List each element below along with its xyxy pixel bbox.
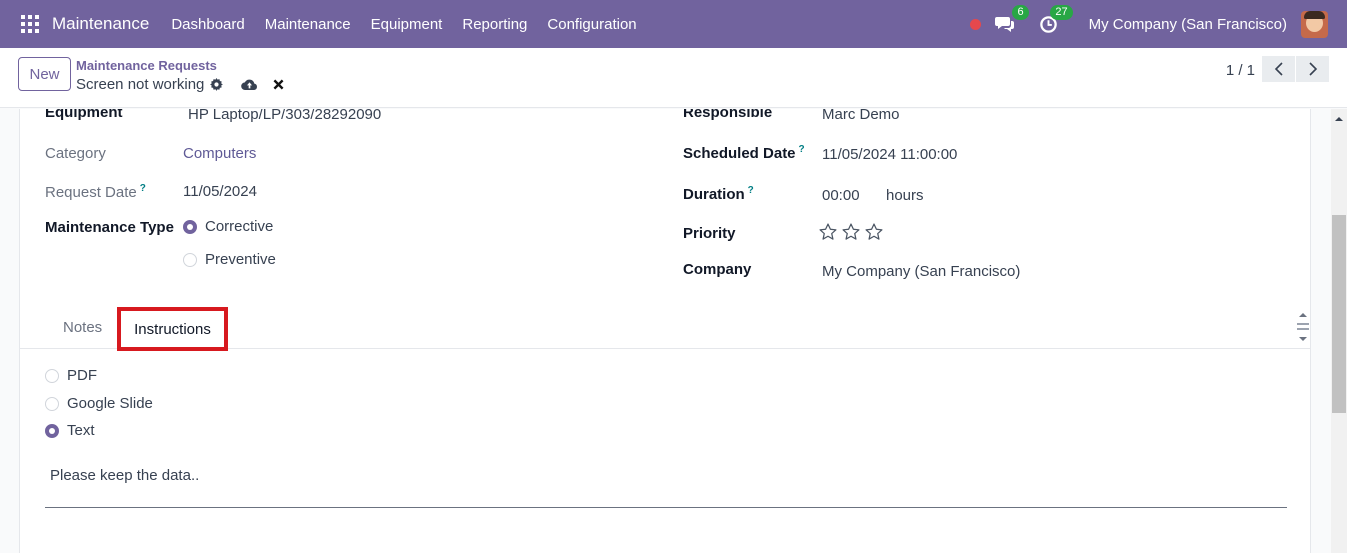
star-outline-icon[interactable] [841,222,861,242]
instruction-text-field[interactable]: Please keep the data.. [50,467,199,484]
activities-button[interactable]: 27 [1037,5,1073,36]
recording-indicator-icon[interactable] [969,18,981,30]
company-switcher[interactable]: My Company (San Francisco) [1089,16,1287,33]
control-panel: New Maintenance Requests Screen not work… [0,48,1347,108]
discard-close-icon[interactable] [273,79,284,90]
radio-checked-icon [183,219,197,234]
scrollbar-thumb[interactable] [1332,215,1346,413]
request-date-label: Request Date? [45,183,146,201]
scheduled-date-label: Scheduled Date? [683,144,805,162]
page-scrollbar[interactable] [1331,109,1347,553]
maintenance-type-label: Maintenance Type [45,219,174,236]
form-sheet: Equipment HP Laptop/LP/303/28292090 Cate… [19,109,1311,553]
maintenance-type-corrective-radio[interactable]: Corrective [183,218,273,235]
equipment-label: Equipment [45,109,123,121]
instruction-pdf-radio[interactable]: PDF [45,367,97,384]
priority-label: Priority [683,225,736,242]
activities-count-badge: 27 [1050,5,1073,20]
category-label: Category [45,145,106,162]
record-title: Screen not working [76,76,205,93]
radio-label: Google Slide [67,395,153,412]
tab-instructions[interactable]: Instructions [117,307,228,351]
text-field-underline [45,507,1287,508]
radio-checked-icon [45,423,59,438]
pager-buttons [1261,56,1329,82]
help-icon[interactable]: ? [748,185,754,196]
responsible-label: Responsible [683,109,773,121]
messages-count-badge: 6 [1012,5,1029,20]
chevron-left-icon [1274,62,1283,76]
breadcrumb-maintenance-requests[interactable]: Maintenance Requests [76,58,217,73]
scheduled-date-field[interactable]: 11/05/2024 11:00:00 [822,146,957,163]
star-outline-icon[interactable] [864,222,884,242]
duration-label: Duration? [683,185,754,203]
tab-notes[interactable]: Notes [63,319,102,336]
user-avatar[interactable] [1301,10,1328,38]
responsible-field[interactable]: Marc Demo [822,109,900,123]
radio-unchecked-icon [183,252,197,267]
duration-field[interactable]: 00:00 [822,187,860,204]
menu-configuration[interactable]: Configuration [537,16,646,33]
new-button[interactable]: New [18,57,71,91]
radio-label: Preventive [205,251,276,268]
instruction-google-slide-radio[interactable]: Google Slide [45,395,153,412]
instruction-text-radio[interactable]: Text [45,422,95,439]
star-outline-icon[interactable] [818,222,838,242]
tabs-scroll-control[interactable] [1295,309,1311,347]
pager-value: 1 / 1 [1225,62,1255,79]
help-icon[interactable]: ? [799,144,805,155]
menu-maintenance[interactable]: Maintenance [255,16,361,33]
record-title-bar: Screen not working [76,76,284,93]
gear-icon[interactable] [210,78,224,91]
radio-label: Corrective [205,218,274,235]
radio-label: PDF [67,367,97,384]
priority-stars [818,222,887,242]
radio-label: Text [67,422,95,439]
company-field[interactable]: My Company (San Francisco) [822,263,1020,280]
messages-button[interactable]: 6 [993,5,1029,36]
duration-unit: hours [886,187,924,204]
chat-bubbles-icon [994,17,1014,32]
equipment-field[interactable]: HP Laptop/LP/303/28292090 [188,109,381,123]
top-navbar: Maintenance Dashboard Maintenance Equipm… [0,0,1347,48]
scroll-up-arrow-icon[interactable] [1331,111,1347,127]
radio-unchecked-icon [45,396,59,411]
category-field[interactable]: Computers [183,145,256,162]
menu-reporting[interactable]: Reporting [452,16,537,33]
save-cloud-icon[interactable] [241,78,258,91]
company-label: Company [683,261,752,278]
request-date-field[interactable]: 11/05/2024 [183,183,257,200]
menu-equipment[interactable]: Equipment [361,16,453,33]
app-name[interactable]: Maintenance [52,14,149,34]
menu-dashboard[interactable]: Dashboard [161,16,254,33]
form-tabs: Notes Instructions [20,307,1310,351]
chevron-right-icon [1308,62,1317,76]
pager-next-button[interactable] [1296,56,1329,82]
help-icon[interactable]: ? [140,183,146,194]
radio-unchecked-icon [45,368,59,383]
pager-previous-button[interactable] [1262,56,1295,82]
apps-menu-icon[interactable] [21,15,39,33]
maintenance-type-preventive-radio[interactable]: Preventive [183,251,276,268]
